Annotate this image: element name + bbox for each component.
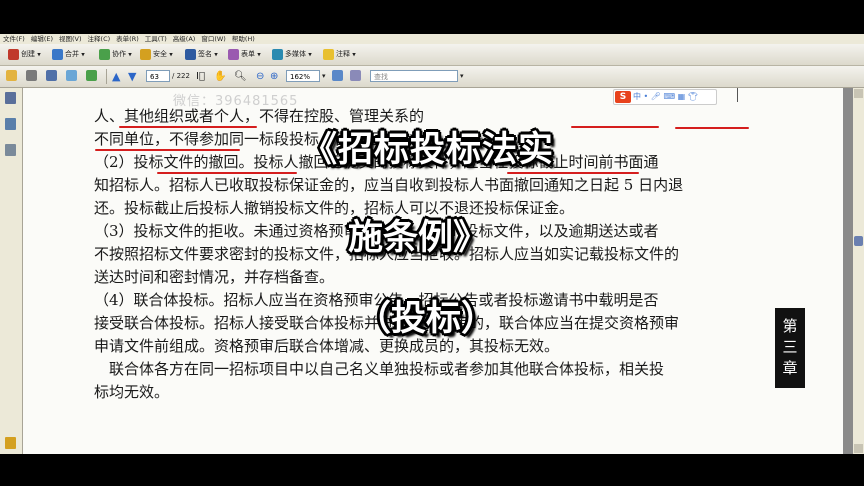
hand-tool-icon[interactable]: ✋ [214, 70, 226, 83]
create-pdf-icon [8, 49, 19, 60]
zoom-out-icon[interactable]: ⊖ [256, 70, 264, 83]
form-icon [228, 49, 239, 60]
ime-toolbar[interactable]: S中 • 🎤︎ ⌨ ▦ 👕︎ [613, 89, 717, 105]
forms-button[interactable]: 表单 ▾ [228, 48, 261, 61]
menu-view[interactable]: 视图(V) [56, 34, 85, 44]
chapter-tab-char: 第 [782, 317, 798, 335]
red-underline [571, 126, 659, 128]
menu-edit[interactable]: 编辑(E) [28, 34, 56, 44]
pages-panel-icon[interactable] [5, 92, 16, 104]
overlay-title-line1: 《招标投标法实 [302, 130, 555, 170]
attachments-panel-icon[interactable] [5, 437, 16, 449]
chapter-tab-char: 章 [782, 359, 798, 377]
next-page-icon[interactable]: ▼ [128, 70, 136, 83]
task-toolbar: 创建 ▾ 合并 ▾ 协作 ▾ 安全 ▾ 签名 ▾ 表单 ▾ 多媒体 ▾ 注释 ▾ [0, 44, 864, 66]
red-underline [95, 149, 240, 151]
comment-button[interactable]: 注释 ▾ [323, 48, 356, 61]
text-line: 联合体各方在同一招标项目中以自己名义单独投标或者参加其他联合体投标，相关投 [94, 360, 665, 378]
find-dropdown-icon[interactable]: ▾ [460, 70, 464, 83]
menu-comment[interactable]: 注释(C) [85, 34, 114, 44]
ime-mode[interactable]: 中 [633, 92, 641, 101]
email-icon[interactable] [66, 70, 77, 81]
lock-icon [140, 49, 151, 60]
collaborate-button[interactable]: 协作 ▾ [99, 48, 132, 61]
scroll-thumb[interactable] [854, 236, 863, 246]
ime-logo-icon: S [615, 91, 631, 103]
page-total: / 222 [172, 72, 190, 80]
red-underline [507, 172, 639, 174]
text-line: 标均无效。 [94, 383, 170, 401]
menu-window[interactable]: 窗口(W) [198, 34, 229, 44]
signatures-panel-icon[interactable] [5, 144, 16, 156]
menu-advanced[interactable]: 高级(A) [170, 34, 199, 44]
menu-file[interactable]: 文件(F) [0, 34, 28, 44]
create-button[interactable]: 创建 ▾ [8, 48, 41, 61]
bookmarks-panel-icon[interactable] [5, 118, 16, 130]
page-edge [737, 88, 738, 102]
previous-page-icon[interactable]: ▲ [112, 70, 120, 83]
scroll-up-icon[interactable] [854, 89, 863, 98]
find-input[interactable]: 查找 [370, 70, 458, 82]
note-icon [323, 49, 334, 60]
text-line: 送达时间和密封情况，并存档备查。 [94, 268, 335, 286]
film-icon [272, 49, 283, 60]
secure-button[interactable]: 安全 ▾ [140, 48, 173, 61]
scroll-down-icon[interactable] [854, 444, 863, 453]
overlay-title-line2: 施条例》 [348, 218, 489, 258]
menu-bar: 文件(F) 编辑(E) 视图(V) 注释(C) 表单(R) 工具(T) 高级(A) 窗口(W)… [0, 34, 864, 44]
chapter-tab: 第 三 章 [775, 308, 805, 388]
print-icon[interactable] [26, 70, 37, 81]
zoom-tool-icon[interactable]: 🔍︎ [234, 70, 247, 83]
menu-help[interactable]: 帮助(H) [229, 34, 258, 44]
menu-tools[interactable]: 工具(T) [142, 34, 170, 44]
navigation-panel [0, 88, 23, 454]
zoom-dropdown-icon[interactable]: ▾ [322, 70, 326, 83]
menu-forms[interactable]: 表单(R) [113, 34, 142, 44]
red-underline [675, 127, 749, 129]
toolbar-separator [106, 69, 107, 84]
pen-icon [185, 49, 196, 60]
sign-button[interactable]: 签名 ▾ [185, 48, 218, 61]
chapter-tab-char: 三 [782, 338, 798, 356]
overlay-subtitle: （投标） [356, 299, 497, 339]
red-underline [157, 172, 297, 174]
save-icon[interactable] [46, 70, 57, 81]
text-line: 知招标人。招标人已收取投标保证金的，应当自收到投标人书面撤回通知之日起 5 日内… [94, 176, 684, 194]
collaborate-icon [99, 49, 110, 60]
combine-icon [52, 49, 63, 60]
vertical-scrollbar[interactable] [853, 88, 864, 454]
zoom-in-icon[interactable]: ⊕ [270, 70, 278, 83]
share-icon[interactable] [86, 70, 97, 81]
combine-button[interactable]: 合并 ▾ [52, 48, 85, 61]
red-underline [119, 126, 257, 128]
multimedia-button[interactable]: 多媒体 ▾ [272, 48, 312, 61]
page-number-input[interactable]: 63 [146, 70, 170, 82]
navigation-toolbar: ▲ ▼ 63 / 222 I⃪ ✋ 🔍︎ ⊖ ⊕ 162% ▾ 查找 ▾ [0, 66, 864, 88]
select-tool-icon[interactable]: I⃪ [196, 70, 205, 83]
fit-width-icon[interactable] [350, 70, 361, 81]
open-folder-icon[interactable] [6, 70, 17, 81]
zoom-level-select[interactable]: 162% [286, 70, 320, 82]
fit-page-icon[interactable] [332, 70, 343, 81]
